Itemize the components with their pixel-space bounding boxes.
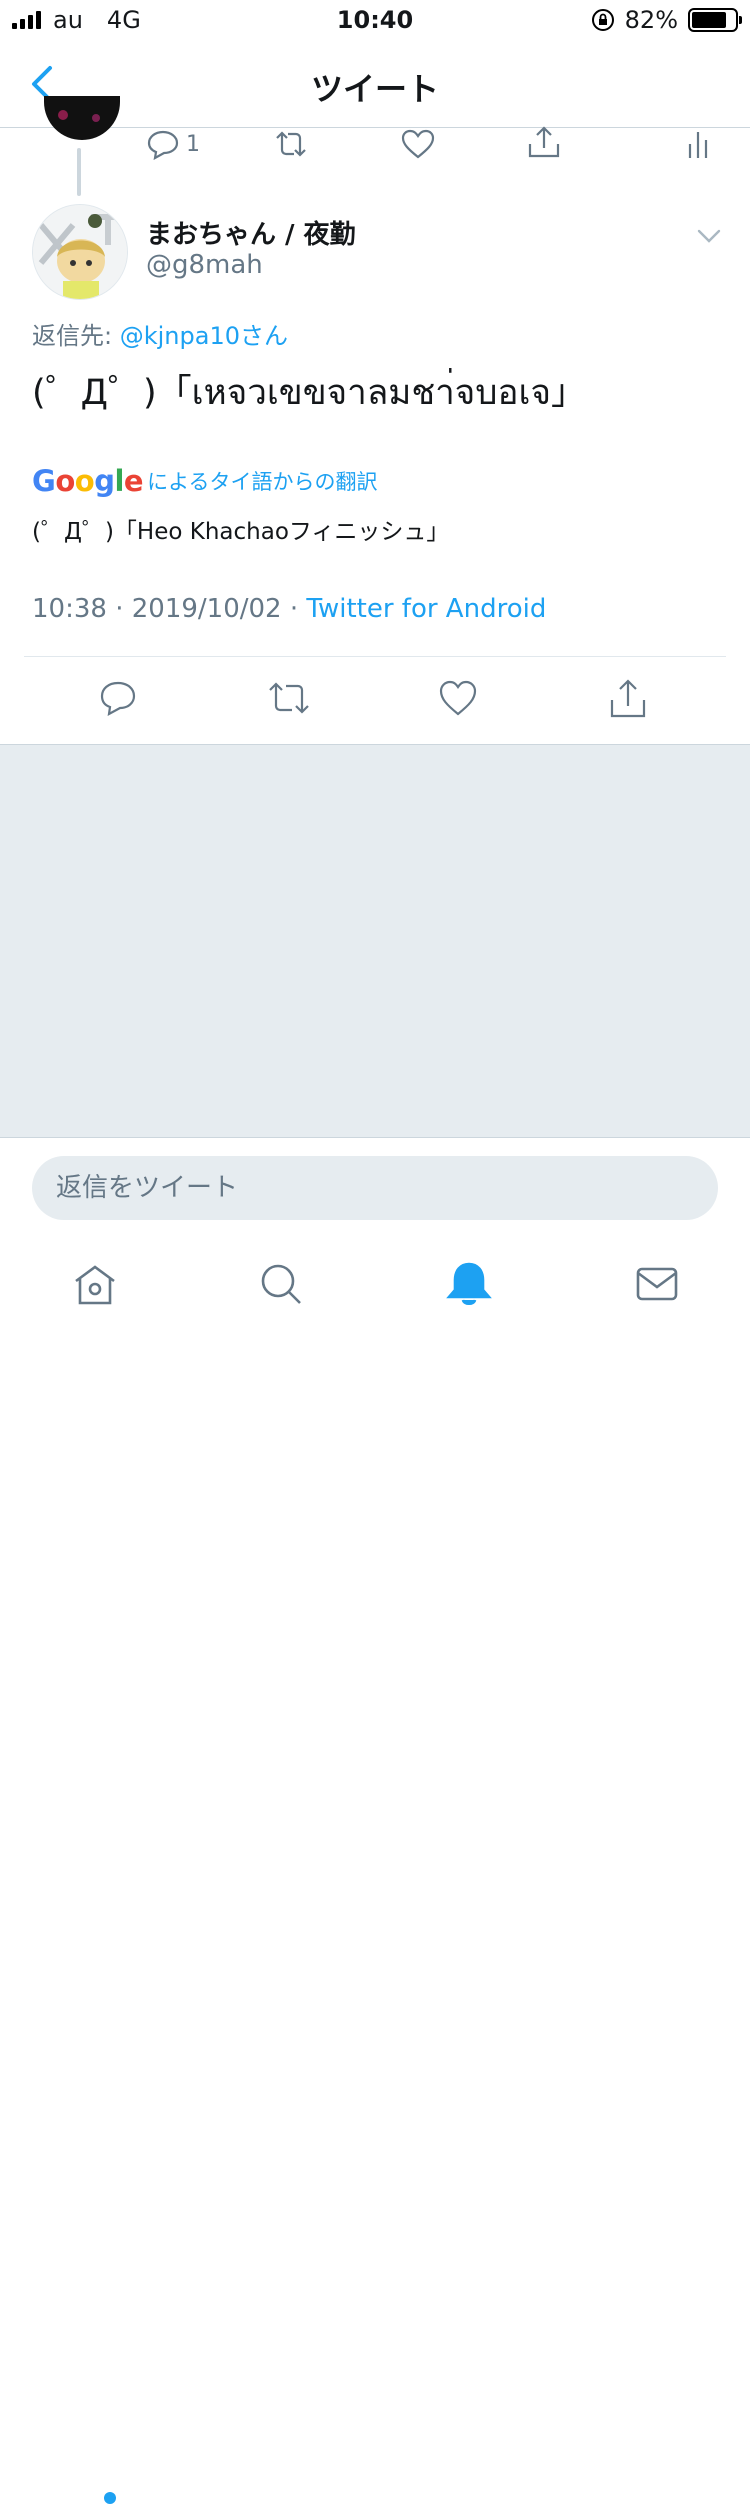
previous-like-button[interactable] — [400, 128, 436, 160]
user-avatar[interactable] — [32, 204, 128, 300]
battery-icon — [688, 8, 742, 32]
thread-connector-line — [77, 148, 81, 196]
status-bar: au 4G 10:40 82% — [0, 0, 750, 42]
like-button[interactable] — [438, 678, 478, 718]
reply-to-line: 返信先: @kjnpa10さん — [32, 316, 288, 351]
reply-button[interactable] — [98, 678, 138, 718]
translation-label: によるタイ語からの翻訳 — [147, 470, 378, 494]
tweet-source-link[interactable]: Twitter for Android — [306, 594, 546, 624]
search-icon — [261, 1264, 301, 1304]
tab-bar — [0, 1237, 750, 2504]
retweet-icon — [269, 682, 309, 714]
reply-icon — [147, 130, 179, 160]
reply-icon — [100, 681, 136, 717]
battery-percent: 82% — [624, 6, 678, 34]
tweet-time: 10:38 — [32, 594, 107, 624]
tab-messages[interactable] — [632, 1259, 682, 1309]
meta-separator: · — [281, 594, 307, 624]
previous-retweet-button[interactable] — [272, 128, 310, 160]
previous-reply-count: 1 — [186, 131, 200, 157]
google-logo: Google — [32, 464, 144, 498]
user-handle[interactable]: @g8mah — [146, 250, 263, 280]
previous-tweet-avatar[interactable] — [44, 96, 120, 140]
analytics-icon — [688, 132, 708, 158]
chevron-down-icon[interactable] — [696, 226, 722, 246]
previous-share-button[interactable] — [526, 124, 562, 160]
tweet-date: 2019/10/02 — [131, 594, 282, 624]
orientation-lock-icon — [591, 9, 614, 31]
tab-home[interactable] — [70, 1259, 120, 1309]
previous-analytics-button[interactable] — [686, 128, 714, 160]
tweet-text: (゜Д゜)「เหจวเขขจาลมชา่จบอเจ」 — [32, 373, 586, 413]
translation-attribution[interactable]: Google によるタイ語からの翻訳 — [32, 464, 377, 498]
reply-composer — [0, 1137, 750, 1237]
share-button[interactable] — [608, 676, 648, 720]
share-icon — [610, 679, 646, 718]
share-icon — [528, 126, 560, 158]
display-name[interactable]: まおちゃん / 夜勤 — [146, 214, 356, 251]
tab-notifications[interactable] — [444, 1259, 494, 1309]
heart-icon — [439, 680, 477, 716]
reply-mention-link[interactable]: @kjnpa10さん — [120, 322, 288, 350]
tab-search[interactable] — [256, 1259, 306, 1309]
tweet-metadata: 10:38 · 2019/10/02 · Twitter for Android — [32, 594, 546, 624]
previous-reply-button[interactable]: 1 — [146, 128, 200, 160]
messages-icon — [636, 1267, 678, 1301]
retweet-icon — [276, 131, 306, 157]
avatar-image — [33, 205, 127, 299]
translated-text: (゜Д゜)「Heo Khachaoフィニッシュ」 — [32, 519, 450, 545]
home-notification-dot — [104, 2492, 116, 2504]
reply-to-prefix: 返信先: — [32, 322, 120, 350]
meta-separator: · — [106, 594, 132, 624]
home-icon — [75, 1265, 115, 1305]
retweet-button[interactable] — [266, 678, 312, 718]
notifications-icon — [446, 1262, 492, 1306]
reply-input[interactable] — [32, 1156, 718, 1220]
divider — [24, 656, 726, 657]
heart-icon — [401, 129, 435, 159]
empty-replies-area — [0, 744, 750, 1137]
